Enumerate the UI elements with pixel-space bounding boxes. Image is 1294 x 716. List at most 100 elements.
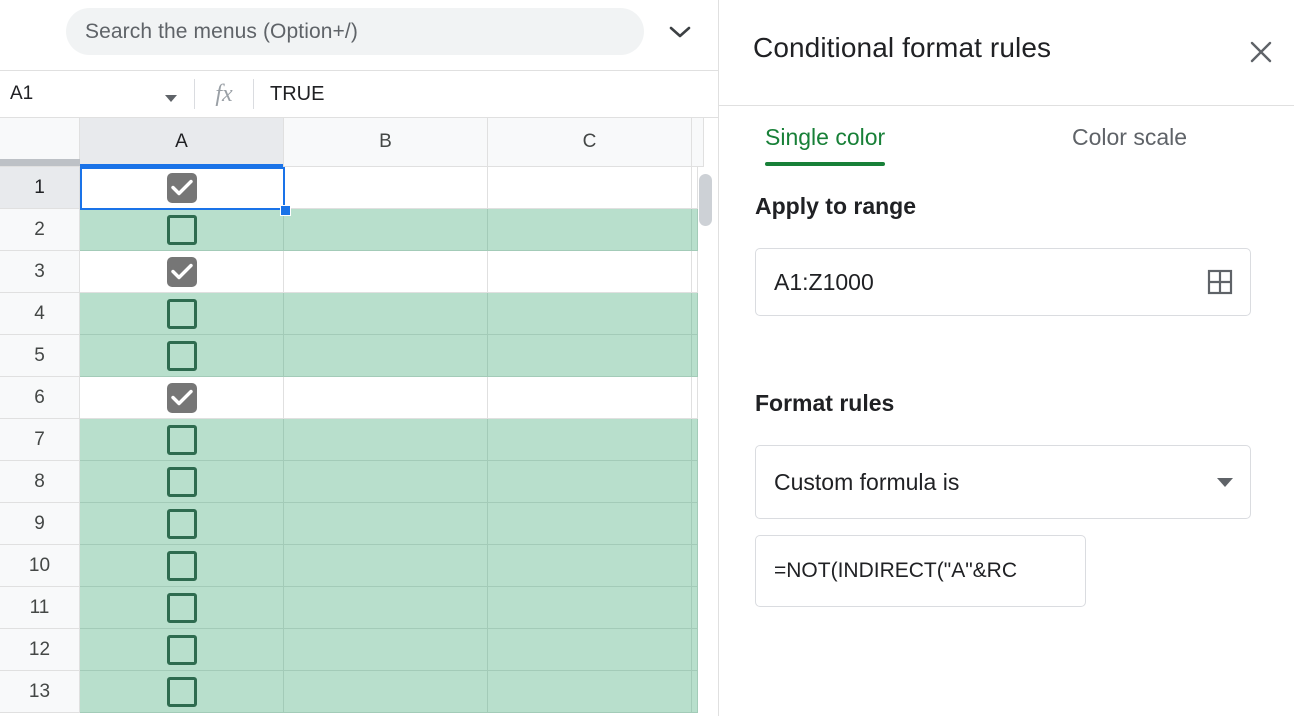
cell-a2[interactable] xyxy=(80,209,284,251)
checkbox-unchecked-icon[interactable] xyxy=(166,340,197,371)
cell-b13[interactable] xyxy=(284,671,488,713)
cell-c1[interactable] xyxy=(488,167,692,209)
checkbox-unchecked-icon[interactable] xyxy=(166,466,197,497)
tab-color-scale[interactable]: Color scale xyxy=(1072,124,1187,172)
cell-c9[interactable] xyxy=(488,503,692,545)
cell-a8[interactable] xyxy=(80,461,284,503)
cell-d5-partial[interactable] xyxy=(692,335,698,377)
checkbox-unchecked-icon[interactable] xyxy=(166,298,197,329)
cell-a10[interactable] xyxy=(80,545,284,587)
cell-b2[interactable] xyxy=(284,209,488,251)
row-header-4[interactable]: 4 xyxy=(0,293,80,335)
checkbox-unchecked-icon[interactable] xyxy=(166,508,197,539)
row-header-8[interactable]: 8 xyxy=(0,461,80,503)
checkbox-checked-icon[interactable] xyxy=(166,256,197,287)
cell-a7[interactable] xyxy=(80,419,284,461)
formula-bar-input[interactable]: TRUE xyxy=(254,71,718,118)
menu-search-input[interactable]: Search the menus (Option+/) xyxy=(66,8,644,55)
cell-b11[interactable] xyxy=(284,587,488,629)
caret-down-icon[interactable] xyxy=(1216,477,1234,488)
select-all-corner[interactable] xyxy=(0,118,80,167)
row-header-1[interactable]: 1 xyxy=(0,167,80,209)
cell-c5[interactable] xyxy=(488,335,692,377)
cell-d3-partial[interactable] xyxy=(692,251,698,293)
fill-handle[interactable] xyxy=(280,205,291,216)
column-header-c[interactable]: C xyxy=(488,118,692,167)
checkbox-checked-icon[interactable] xyxy=(166,172,197,203)
row-header-6[interactable]: 6 xyxy=(0,377,80,419)
row-header-7[interactable]: 7 xyxy=(0,419,80,461)
cell-b12[interactable] xyxy=(284,629,488,671)
row-header-13[interactable]: 13 xyxy=(0,671,80,713)
cell-d7-partial[interactable] xyxy=(692,419,698,461)
apply-to-range-input[interactable]: A1:Z1000 xyxy=(755,248,1251,316)
cell-c2[interactable] xyxy=(488,209,692,251)
checkbox-unchecked-icon[interactable] xyxy=(166,634,197,665)
column-header-b[interactable]: B xyxy=(284,118,488,167)
cell-c13[interactable] xyxy=(488,671,692,713)
cell-c8[interactable] xyxy=(488,461,692,503)
cell-b5[interactable] xyxy=(284,335,488,377)
checkbox-unchecked-icon[interactable] xyxy=(166,592,197,623)
checkbox-checked-icon[interactable] xyxy=(166,382,197,413)
cell-b7[interactable] xyxy=(284,419,488,461)
cell-c12[interactable] xyxy=(488,629,692,671)
cell-d12-partial[interactable] xyxy=(692,629,698,671)
name-box[interactable]: A1 xyxy=(0,71,194,118)
cell-c6[interactable] xyxy=(488,377,692,419)
cell-c11[interactable] xyxy=(488,587,692,629)
cell-a1[interactable] xyxy=(80,167,284,209)
cell-a9[interactable] xyxy=(80,503,284,545)
column-header-d-partial[interactable] xyxy=(692,118,704,167)
row-header-10[interactable]: 10 xyxy=(0,545,80,587)
cell-d13-partial[interactable] xyxy=(692,671,698,713)
row-header-12[interactable]: 12 xyxy=(0,629,80,671)
cell-a11[interactable] xyxy=(80,587,284,629)
cell-b3[interactable] xyxy=(284,251,488,293)
cell-d4-partial[interactable] xyxy=(692,293,698,335)
grid-select-range-icon[interactable] xyxy=(1206,268,1234,296)
cell-d9-partial[interactable] xyxy=(692,503,698,545)
close-icon[interactable] xyxy=(1241,32,1281,72)
cell-d6-partial[interactable] xyxy=(692,377,698,419)
cell-d10-partial[interactable] xyxy=(692,545,698,587)
cell-d11-partial[interactable] xyxy=(692,587,698,629)
cell-d2-partial[interactable] xyxy=(692,209,698,251)
checkbox-unchecked-icon[interactable] xyxy=(166,550,197,581)
row-header-2[interactable]: 2 xyxy=(0,209,80,251)
cell-a4[interactable] xyxy=(80,293,284,335)
condition-type-select[interactable]: Custom formula is xyxy=(755,445,1251,519)
column-header-a[interactable]: A xyxy=(80,118,284,167)
cell-c10[interactable] xyxy=(488,545,692,587)
checkbox-unchecked-icon[interactable] xyxy=(166,676,197,707)
row-header-3[interactable]: 3 xyxy=(0,251,80,293)
function-fx-icon[interactable]: fx xyxy=(195,71,253,118)
caret-down-icon[interactable] xyxy=(164,90,178,108)
cell-c7[interactable] xyxy=(488,419,692,461)
checkbox-unchecked-icon[interactable] xyxy=(166,214,197,245)
cell-a13[interactable] xyxy=(80,671,284,713)
vertical-scrollbar[interactable] xyxy=(699,174,712,714)
vertical-scrollbar-thumb[interactable] xyxy=(699,174,712,226)
cell-a12[interactable] xyxy=(80,629,284,671)
row-header-5[interactable]: 5 xyxy=(0,335,80,377)
cell-a6[interactable] xyxy=(80,377,284,419)
cell-d1-partial[interactable] xyxy=(692,167,698,209)
cell-a5[interactable] xyxy=(80,335,284,377)
cell-b6[interactable] xyxy=(284,377,488,419)
cell-b8[interactable] xyxy=(284,461,488,503)
cell-b1[interactable] xyxy=(284,167,488,209)
cell-b9[interactable] xyxy=(284,503,488,545)
checkbox-unchecked-icon[interactable] xyxy=(166,424,197,455)
cell-c4[interactable] xyxy=(488,293,692,335)
cell-a3[interactable] xyxy=(80,251,284,293)
tab-single-color[interactable]: Single color xyxy=(765,124,886,172)
row-header-9[interactable]: 9 xyxy=(0,503,80,545)
chevron-down-icon[interactable] xyxy=(662,16,698,48)
row-header-11[interactable]: 11 xyxy=(0,587,80,629)
cell-b4[interactable] xyxy=(284,293,488,335)
cell-b10[interactable] xyxy=(284,545,488,587)
cell-d8-partial[interactable] xyxy=(692,461,698,503)
custom-formula-input[interactable]: =NOT(INDIRECT("A"&RC xyxy=(755,535,1086,607)
cell-c3[interactable] xyxy=(488,251,692,293)
